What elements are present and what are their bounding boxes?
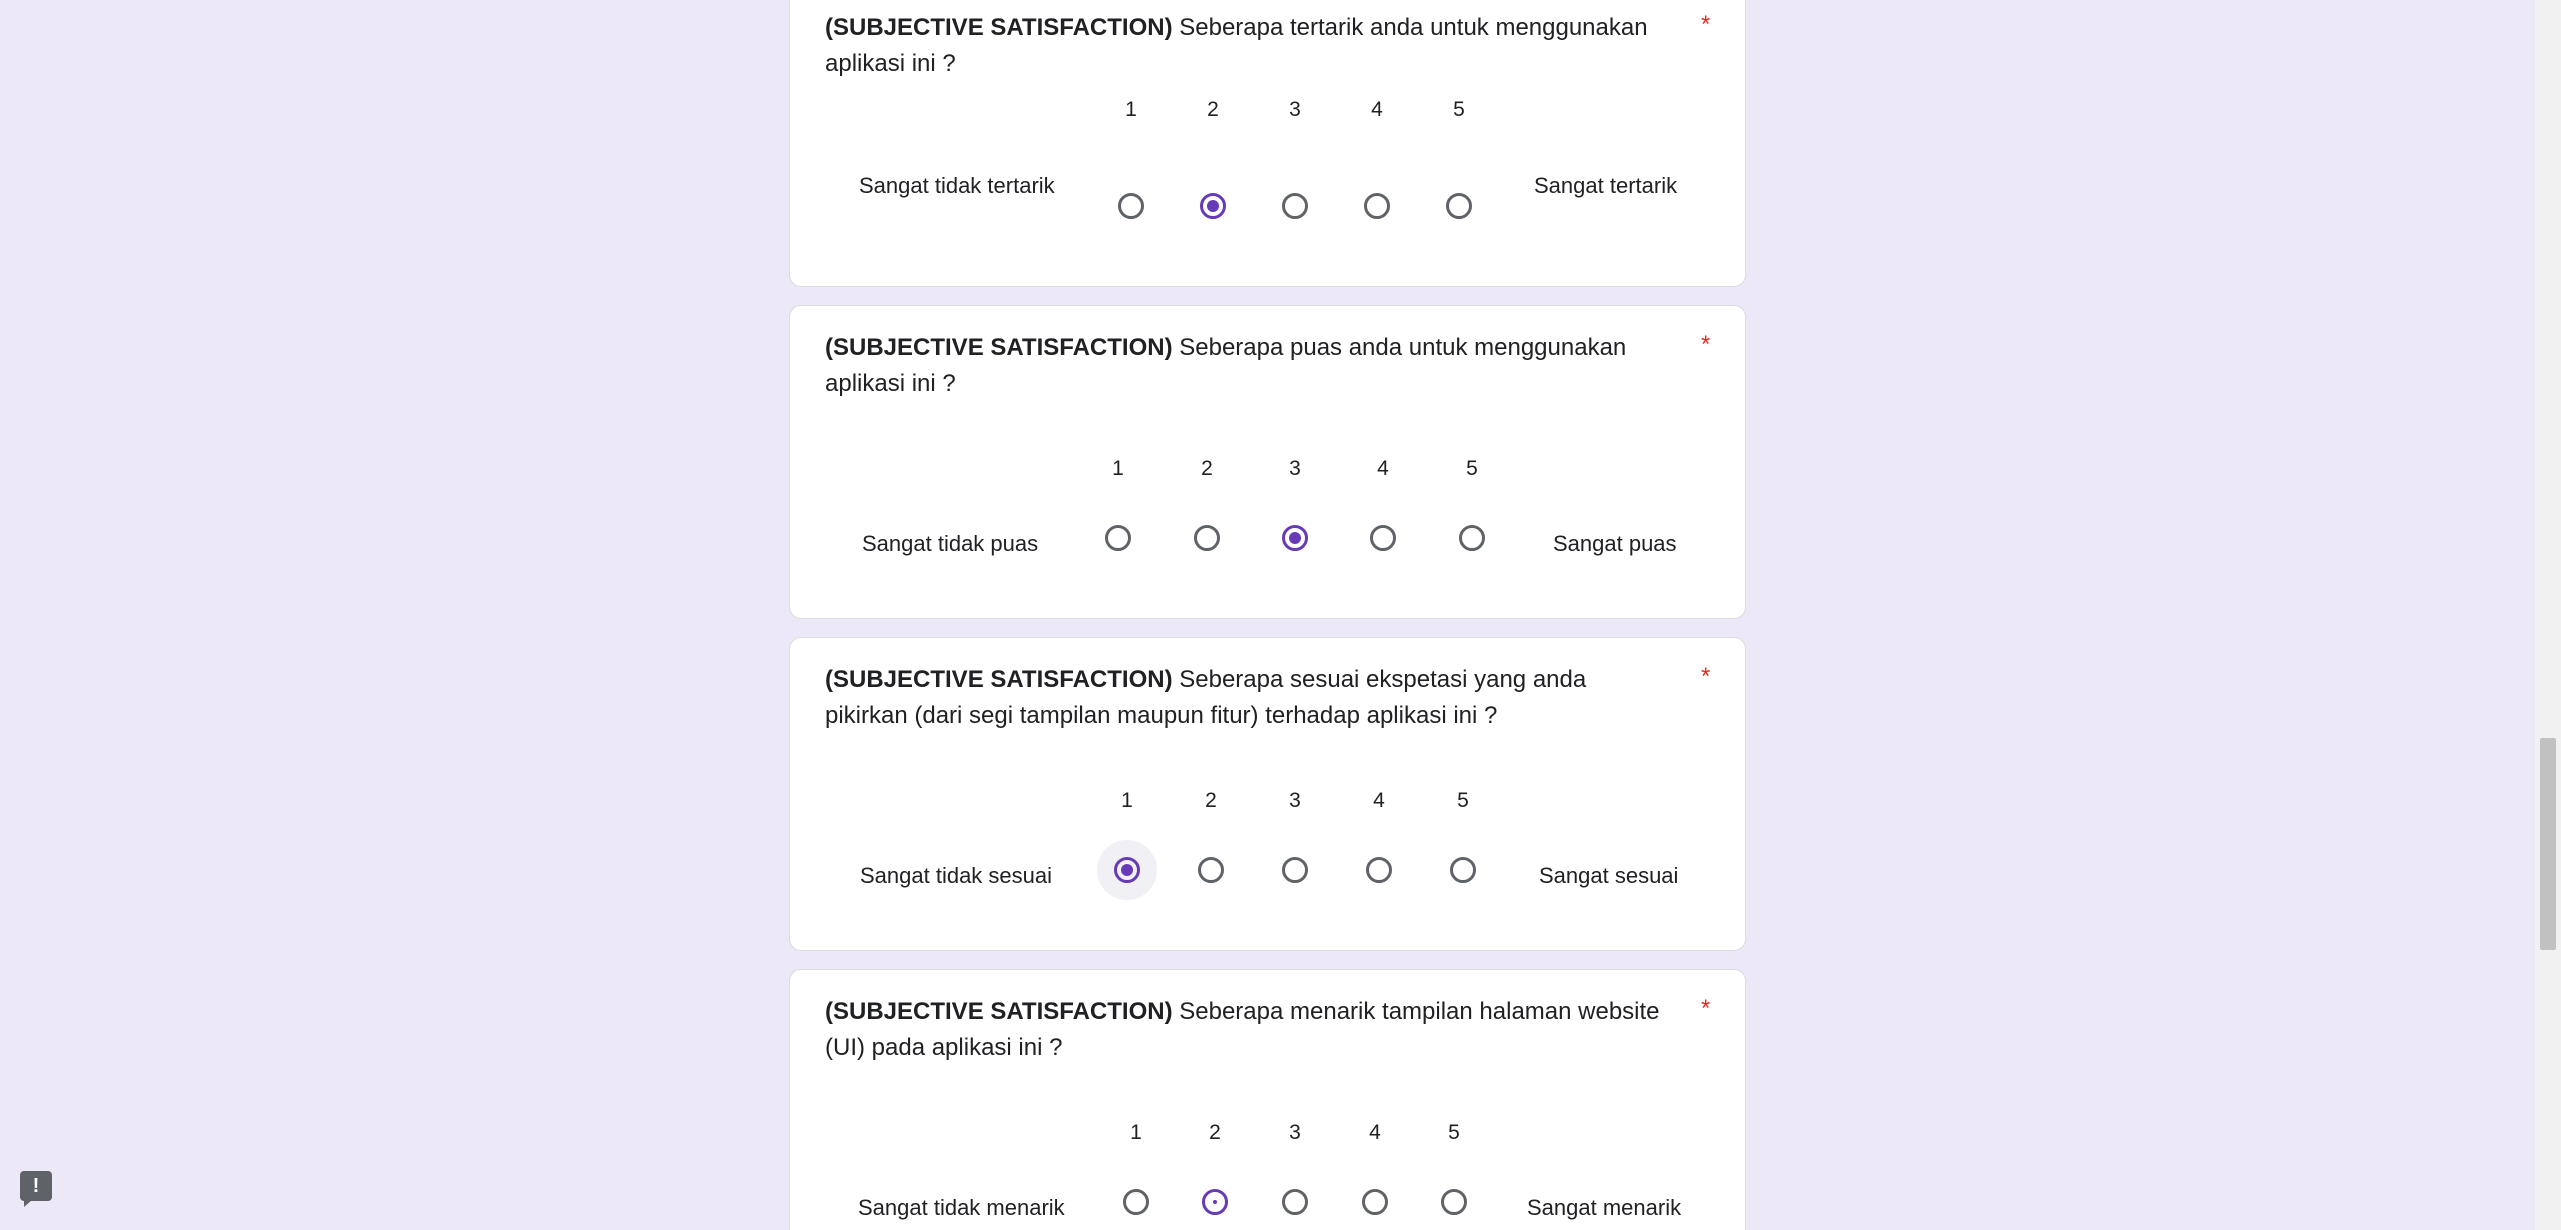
scale-label-3: 3	[1289, 1121, 1301, 1144]
scale-option-2[interactable]	[1185, 1172, 1245, 1230]
scale-option-1[interactable]	[1097, 840, 1157, 900]
radio-button-focused[interactable]	[1202, 1189, 1228, 1215]
scale-option-5[interactable]	[1442, 508, 1502, 568]
question-tag: (SUBJECTIVE SATISFACTION)	[825, 334, 1173, 361]
scale-option-3[interactable]	[1265, 176, 1325, 236]
scale-high-label: Sangat sesuai	[1539, 863, 1679, 888]
scale-option-5[interactable]	[1424, 1172, 1484, 1230]
scale-low-label: Sangat tidak menarik	[858, 1195, 1065, 1220]
scale-label-2: 2	[1201, 457, 1213, 480]
scale-option-5[interactable]	[1433, 840, 1493, 900]
radio-button[interactable]	[1123, 1189, 1149, 1215]
radio-button-selected[interactable]	[1114, 857, 1140, 883]
scale-label-3: 3	[1289, 457, 1301, 480]
radio-button-selected[interactable]	[1200, 193, 1226, 219]
question-title-1: (SUBJECTIVE SATISFACTION) Seberapa terta…	[825, 10, 1675, 82]
scale-label-1: 1	[1112, 457, 1124, 480]
question-card-4: (SUBJECTIVE SATISFACTION) Seberapa menar…	[789, 969, 1746, 1230]
scale-option-2[interactable]	[1181, 840, 1241, 900]
radio-button[interactable]	[1105, 525, 1131, 551]
scale-option-4[interactable]	[1345, 1172, 1405, 1230]
radio-button[interactable]	[1450, 857, 1476, 883]
radio-button[interactable]	[1441, 1189, 1467, 1215]
scale-label-1: 1	[1125, 98, 1137, 121]
scale-label-4: 4	[1371, 98, 1383, 121]
scale-label-4: 4	[1377, 457, 1389, 480]
scale-high-label: Sangat puas	[1553, 531, 1677, 556]
scale-option-4[interactable]	[1349, 840, 1409, 900]
scale-label-5: 5	[1453, 98, 1465, 121]
scale-option-3[interactable]	[1265, 840, 1325, 900]
radio-button[interactable]	[1282, 1189, 1308, 1215]
scale-label-2: 2	[1207, 98, 1219, 121]
scale-low-label: Sangat tidak tertarik	[859, 173, 1055, 198]
scale-option-2[interactable]	[1177, 508, 1237, 568]
radio-button[interactable]	[1282, 857, 1308, 883]
scale-high-label: Sangat tertarik	[1534, 173, 1678, 198]
radio-button[interactable]	[1198, 857, 1224, 883]
scale-label-1: 1	[1121, 789, 1133, 812]
page-scrollbar[interactable]	[2535, 0, 2561, 1230]
scrollbar-thumb[interactable]	[2540, 738, 2556, 950]
question-title-4: (SUBJECTIVE SATISFACTION) Seberapa menar…	[825, 994, 1675, 1066]
form-page: (SUBJECTIVE SATISFACTION) Seberapa terta…	[0, 0, 2561, 1230]
scale-option-4[interactable]	[1347, 176, 1407, 236]
scale-option-5[interactable]	[1429, 176, 1489, 236]
radio-button[interactable]	[1364, 193, 1390, 219]
scale-option-1[interactable]	[1088, 508, 1148, 568]
radio-button[interactable]	[1362, 1189, 1388, 1215]
report-feedback-icon[interactable]: !	[20, 1171, 52, 1207]
scale-high-label: Sangat menarik	[1527, 1195, 1682, 1220]
question-card-3: (SUBJECTIVE SATISFACTION) Seberapa sesua…	[789, 637, 1746, 951]
scale-label-4: 4	[1369, 1121, 1381, 1144]
radio-button[interactable]	[1366, 857, 1392, 883]
required-asterisk: *	[1701, 995, 1711, 1022]
radio-button[interactable]	[1459, 525, 1485, 551]
radio-button[interactable]	[1194, 525, 1220, 551]
question-tag: (SUBJECTIVE SATISFACTION)	[825, 666, 1173, 693]
scale-low-label: Sangat tidak sesuai	[860, 863, 1053, 888]
scale-label-5: 5	[1457, 789, 1469, 812]
radio-button[interactable]	[1370, 525, 1396, 551]
scale-low-label: Sangat tidak puas	[862, 531, 1039, 556]
scale-option-1[interactable]	[1101, 176, 1161, 236]
feedback-glyph: !	[32, 1175, 40, 1197]
scale-label-3: 3	[1289, 789, 1301, 812]
scale-label-1: 1	[1130, 1121, 1142, 1144]
scale-label-5: 5	[1466, 457, 1478, 480]
scale-option-3[interactable]	[1265, 1172, 1325, 1230]
radio-button[interactable]	[1118, 193, 1144, 219]
scale-label-5: 5	[1448, 1121, 1460, 1144]
scale-option-2[interactable]	[1183, 176, 1243, 236]
scale-option-3[interactable]	[1265, 508, 1325, 568]
radio-button-selected[interactable]	[1282, 525, 1308, 551]
scale-option-1[interactable]	[1106, 1172, 1166, 1230]
question-card-1: (SUBJECTIVE SATISFACTION) Seberapa terta…	[789, 0, 1746, 287]
required-asterisk: *	[1701, 331, 1711, 358]
scale-label-2: 2	[1209, 1121, 1221, 1144]
scale-label-3: 3	[1289, 98, 1301, 121]
required-asterisk: *	[1701, 11, 1711, 38]
question-card-2: (SUBJECTIVE SATISFACTION) Seberapa puas …	[789, 305, 1746, 619]
question-title-3: (SUBJECTIVE SATISFACTION) Seberapa sesua…	[825, 662, 1675, 734]
scale-label-2: 2	[1205, 789, 1217, 812]
question-tag: (SUBJECTIVE SATISFACTION)	[825, 14, 1173, 41]
radio-button[interactable]	[1446, 193, 1472, 219]
question-tag: (SUBJECTIVE SATISFACTION)	[825, 998, 1173, 1025]
radio-button[interactable]	[1282, 193, 1308, 219]
scale-option-4[interactable]	[1353, 508, 1413, 568]
required-asterisk: *	[1701, 663, 1711, 690]
scale-label-4: 4	[1373, 789, 1385, 812]
question-title-2: (SUBJECTIVE SATISFACTION) Seberapa puas …	[825, 330, 1675, 402]
